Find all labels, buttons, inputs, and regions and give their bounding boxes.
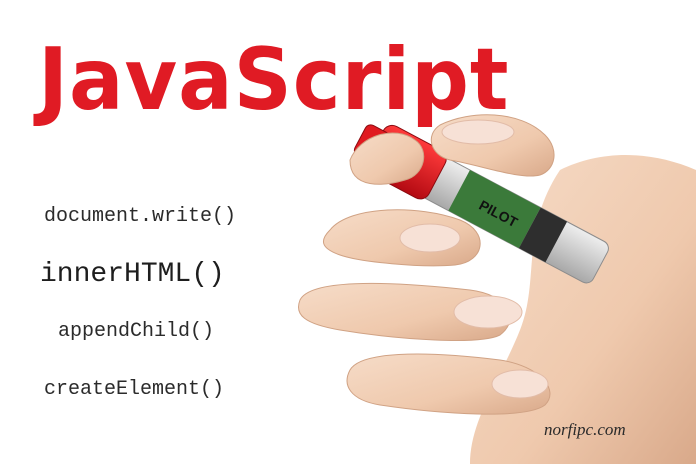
nail <box>399 223 461 253</box>
code-item-innerhtml: innerHTML() <box>40 259 225 290</box>
nail <box>491 369 549 399</box>
nail <box>453 295 523 329</box>
image-canvas: PILOT JavaScript document.write() innerH… <box>0 0 696 464</box>
code-item-document-write: document.write() <box>44 205 237 228</box>
code-item-appendchild: appendChild() <box>58 320 215 343</box>
watermark-text: norfipc.com <box>544 420 626 439</box>
page-title: JavaScript <box>38 30 510 130</box>
code-item-createelement: createElement() <box>44 378 225 401</box>
